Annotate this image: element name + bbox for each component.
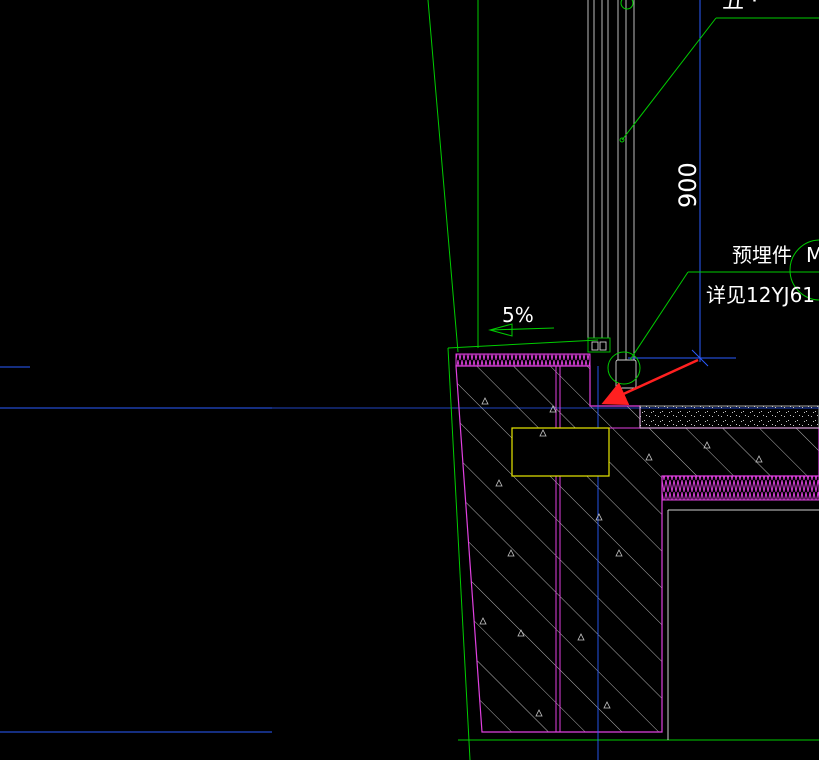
embedded-part-box (511, 427, 610, 477)
window-frame (587, 0, 637, 389)
top-fragment-label: 五 · (722, 0, 758, 14)
circle-callout-icon (607, 351, 641, 385)
top-callout-icon (620, 0, 634, 10)
screed-layer (639, 405, 819, 429)
dimension-label: 900 (674, 162, 702, 208)
leader-lines (619, 17, 819, 361)
insulation-strip-top (455, 353, 591, 367)
embedded-part-label: 预埋件 (732, 243, 792, 267)
reference-label: 详见12YJ61 (706, 283, 815, 307)
insulation-strip-right (661, 475, 819, 501)
cad-drawing-canvas: 五 · 900 5% 预埋件 M 详见12YJ61 (0, 0, 819, 760)
red-arrow-icon (601, 358, 699, 406)
embedded-part-suffix: M (806, 243, 819, 267)
slope-label: 5% (502, 303, 534, 327)
